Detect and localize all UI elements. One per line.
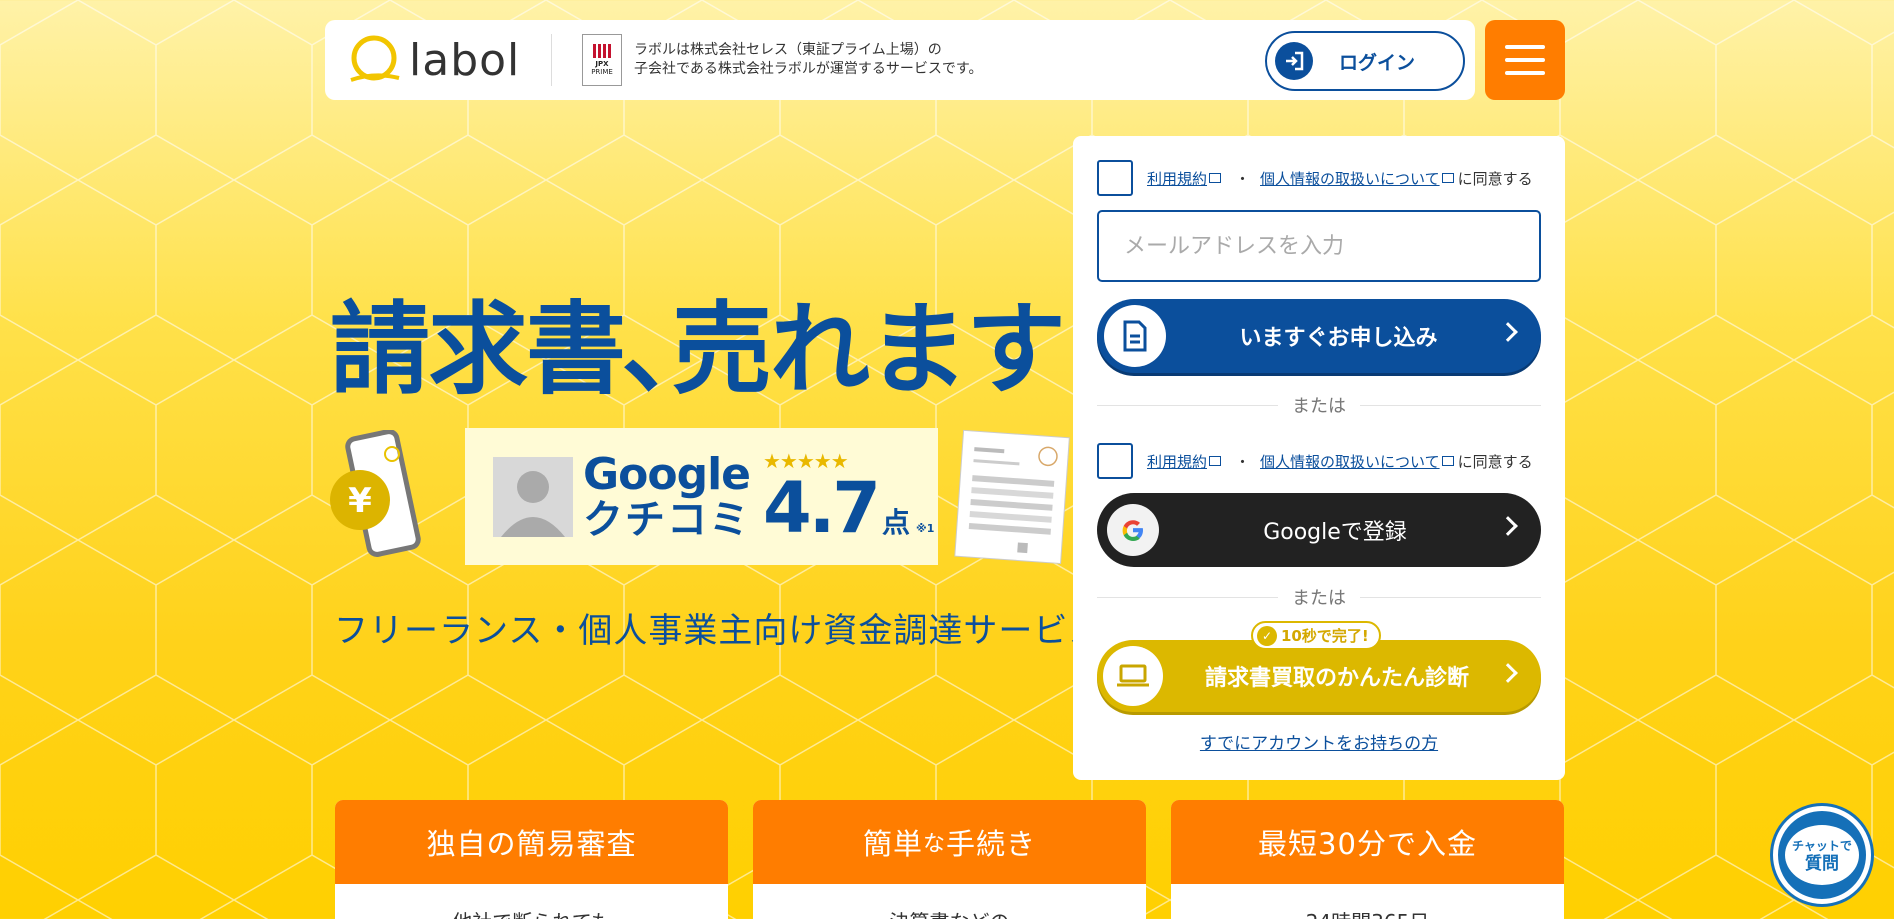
quick-diagnosis-button[interactable]: 請求書買取のかんたん診断 <box>1097 640 1541 712</box>
external-link-icon <box>1441 173 1454 183</box>
labol-logo-icon <box>350 35 400 82</box>
quick-diagnosis-label: 請求書買取のかんたん診断 <box>1204 666 1469 691</box>
apply-now-button[interactable]: いますぐお申し込み <box>1097 299 1541 373</box>
company-note-line2: 子会社である株式会社ラボルが運営するサービスです。 <box>634 61 983 77</box>
svg-text:¥: ¥ <box>348 481 372 521</box>
or-divider-2: または <box>1097 584 1541 610</box>
feature-body: 決算書などの <box>753 906 1146 919</box>
login-button[interactable]: ログイン <box>1265 31 1465 91</box>
privacy-link-google[interactable]: 個人情報の取扱いについて <box>1260 451 1440 472</box>
invoice-paper-illustration <box>954 429 1070 565</box>
laptop-icon <box>1103 646 1163 706</box>
or-label: または <box>1292 396 1346 417</box>
review-brand: Google <box>583 448 751 500</box>
company-note-line1: ラボルは株式会社セレス（東証プライム上場）の <box>634 42 942 58</box>
site-header: labol JPX PRIME ラボルは株式会社セレス（東証プライム上場）の 子… <box>325 20 1475 100</box>
google-review-card: Google クチコミ ★★★★★ 4.7 点 ※1 <box>465 428 938 565</box>
phone-yen-illustration: ¥ <box>330 430 421 557</box>
jpx-label: JPX <box>595 60 609 68</box>
privacy-link-top[interactable]: 個人情報の取扱いについて <box>1260 168 1440 189</box>
feature-card-payout: 最短30分で入金 24時間365日 <box>1171 800 1564 919</box>
hamburger-menu-button[interactable] <box>1485 20 1565 100</box>
chat-line2: 質問 <box>1805 854 1839 874</box>
review-unit: 点 <box>882 505 911 539</box>
hero-title: 請求書､売れます <box>330 291 1066 408</box>
review-score: 4.7 <box>763 466 881 549</box>
chat-line1: チャットで <box>1792 839 1852 853</box>
feature-title: 最短30分で入金 <box>1171 800 1564 884</box>
check-icon: ✓ <box>1257 625 1277 646</box>
email-input[interactable] <box>1097 210 1541 282</box>
or-divider: または <box>1097 392 1541 418</box>
separator: ・ <box>1235 452 1251 471</box>
existing-account-link[interactable]: すでにアカウントをお持ちの方 <box>1073 729 1565 754</box>
ten-seconds-badge: ✓ 10秒で完了! <box>1251 621 1381 650</box>
document-icon <box>1104 305 1166 367</box>
external-link-icon <box>1209 173 1222 183</box>
avatar <box>493 456 573 537</box>
or-label-2: または <box>1292 588 1346 609</box>
google-signup-button[interactable]: Googleで登録 <box>1097 493 1541 567</box>
feature-card-review: 独自の簡易審査 他社で断られても <box>335 800 728 919</box>
agree-row-top: 利用規約 ・ 個人情報の取扱いについて に同意する <box>1097 160 1533 196</box>
ten-seconds-label: 10秒で完了! <box>1281 627 1369 645</box>
logo-text: labol <box>409 34 521 86</box>
chat-question-button[interactable]: チャットで 質問 <box>1773 806 1871 904</box>
external-link-icon <box>1209 456 1222 466</box>
labol-logo[interactable]: labol <box>347 32 537 88</box>
external-link-icon <box>1441 456 1454 466</box>
apply-now-label: いますぐお申し込み <box>1239 326 1438 351</box>
jpx-sub: PRIME <box>591 68 613 76</box>
terms-link-google[interactable]: 利用規約 <box>1147 451 1207 472</box>
agree-checkbox-top[interactable] <box>1097 160 1133 196</box>
feature-title-a: 簡単 <box>862 827 923 861</box>
login-label: ログイン <box>1339 51 1416 74</box>
review-footnote: ※1 <box>916 521 935 535</box>
feature-title-b: な <box>922 832 946 857</box>
jpx-prime-logo: JPX PRIME <box>582 34 622 86</box>
hexagon-background <box>0 0 1894 919</box>
google-signup-label: Googleで登録 <box>1263 520 1407 545</box>
login-icon <box>1275 42 1313 80</box>
terms-link-top[interactable]: 利用規約 <box>1147 168 1207 189</box>
chat-bubble-icon: チャットで 質問 <box>1785 825 1859 885</box>
feature-body: 他社で断られても <box>335 906 728 919</box>
company-note: ラボルは株式会社セレス（東証プライム上場）の 子会社である株式会社ラボルが運営す… <box>634 41 1054 79</box>
review-kuchikomi: クチコミ <box>583 496 751 543</box>
signup-panel: 利用規約 ・ 個人情報の取扱いについて に同意する いますぐお申し込み または … <box>1073 136 1565 780</box>
agree-checkbox-google[interactable] <box>1097 443 1133 479</box>
hero-subtitle: フリーランス・個人事業主向け資金調達サービス <box>334 611 1104 651</box>
feature-title: 独自の簡易審査 <box>335 800 728 884</box>
agree-suffix-top: に同意する <box>1457 169 1533 188</box>
agree-suffix-google: に同意する <box>1457 452 1533 471</box>
feature-card-procedure: 簡単な手続き 決算書などの <box>753 800 1146 919</box>
google-g-icon <box>1107 504 1159 556</box>
agree-row-google: 利用規約 ・ 個人情報の取扱いについて に同意する <box>1097 443 1533 479</box>
header-divider <box>551 34 552 86</box>
feature-body: 24時間365日 <box>1171 906 1564 919</box>
feature-title-c: 手続き <box>946 827 1037 861</box>
separator: ・ <box>1235 169 1251 188</box>
feature-title: 簡単な手続き <box>753 800 1146 884</box>
